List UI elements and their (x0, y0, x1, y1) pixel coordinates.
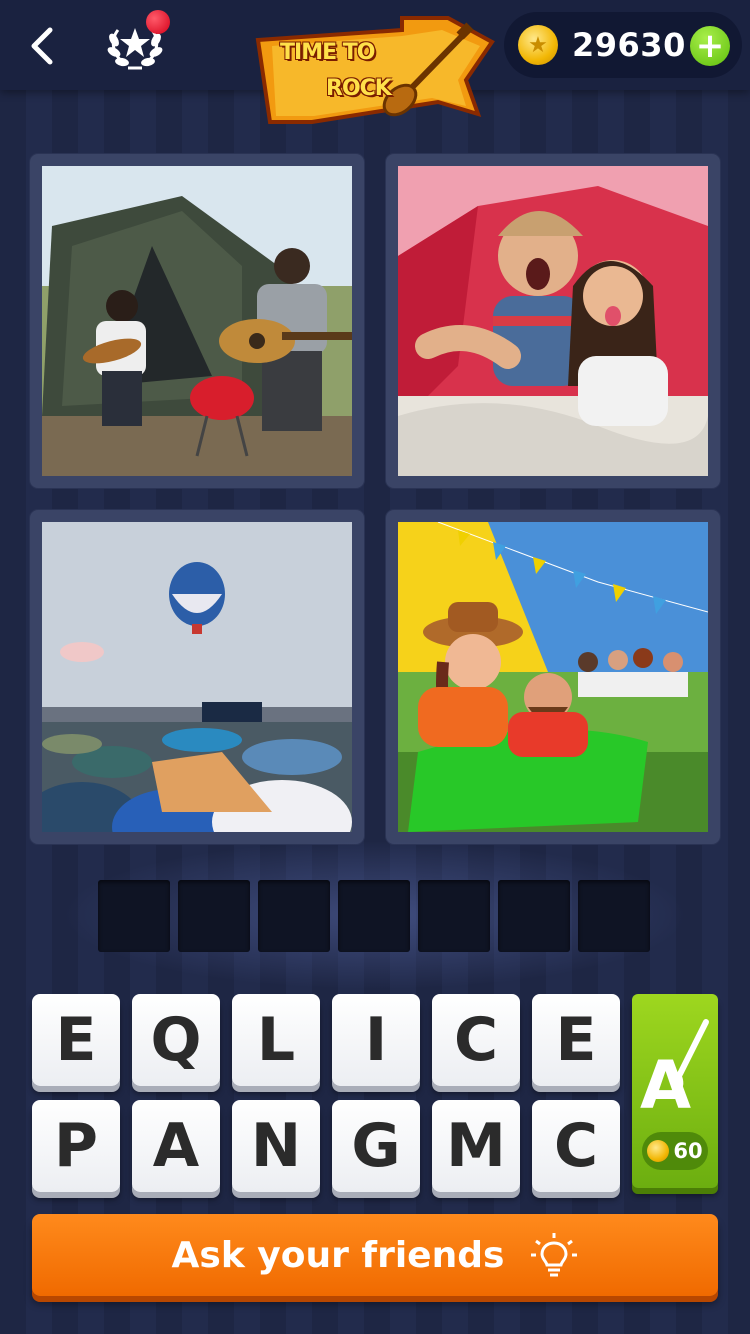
letter-tile[interactable]: N (232, 1100, 320, 1192)
coin-icon: ★ (518, 25, 558, 65)
coin-icon (647, 1140, 670, 1162)
answer-slot[interactable] (578, 880, 650, 952)
letter-tile[interactable]: E (32, 994, 120, 1086)
answer-slot[interactable] (418, 880, 490, 952)
letter-tile[interactable]: G (332, 1100, 420, 1192)
hint-cost-value: 60 (673, 1139, 703, 1163)
achievements-button[interactable] (104, 10, 170, 74)
letter-tile[interactable]: E (532, 994, 620, 1086)
puzzle-photo-3[interactable] (30, 510, 364, 844)
festival-balloon-image (42, 522, 352, 832)
hint-letter: A (640, 1047, 691, 1124)
answer-slot[interactable] (98, 880, 170, 952)
puzzle-photo-4[interactable] (386, 510, 720, 844)
coin-amount: 29630 (572, 26, 686, 64)
banner-guitar-icon (255, 16, 495, 124)
answer-slot[interactable] (498, 880, 570, 952)
coin-balance: ★ 29630 + (504, 12, 742, 78)
top-bar: TIME TO ROCK ★ 29630 + (0, 0, 750, 124)
notification-dot (146, 10, 170, 34)
camping-guitar-image (42, 166, 352, 476)
ask-friends-label: Ask your friends (171, 1234, 505, 1276)
letter-tile[interactable]: P (32, 1100, 120, 1192)
reveal-letter-hint-button[interactable]: A 60 (632, 994, 718, 1188)
festival-picnic-image (398, 522, 708, 832)
back-button[interactable] (20, 22, 64, 70)
letter-tile[interactable]: M (432, 1100, 520, 1192)
hint-cost: 60 (642, 1132, 708, 1170)
letter-tile[interactable]: C (532, 1100, 620, 1192)
add-coins-button[interactable]: + (690, 26, 730, 66)
letter-tile[interactable]: I (332, 994, 420, 1086)
puzzle-photo-2[interactable] (386, 154, 720, 488)
puzzle-photo-1[interactable] (30, 154, 364, 488)
lightbulb-icon (531, 1233, 578, 1277)
banner-line-2: ROCK (326, 76, 392, 101)
ask-friends-button[interactable]: Ask your friends (32, 1214, 718, 1296)
answer-slot[interactable] (338, 880, 410, 952)
answer-slot[interactable] (178, 880, 250, 952)
letter-tile[interactable]: A (132, 1100, 220, 1192)
answer-slot[interactable] (258, 880, 330, 952)
time-to-rock-banner: TIME TO ROCK (252, 10, 502, 128)
chevron-left-icon (31, 27, 53, 65)
letter-tile[interactable]: L (232, 994, 320, 1086)
tent-selfie-image (398, 166, 708, 476)
letter-tile[interactable]: Q (132, 994, 220, 1086)
paintbrush-letter-icon: A (640, 1019, 709, 1124)
answer-slots (98, 880, 650, 952)
letter-tile[interactable]: C (432, 994, 520, 1086)
banner-line-1: TIME TO (280, 40, 375, 65)
